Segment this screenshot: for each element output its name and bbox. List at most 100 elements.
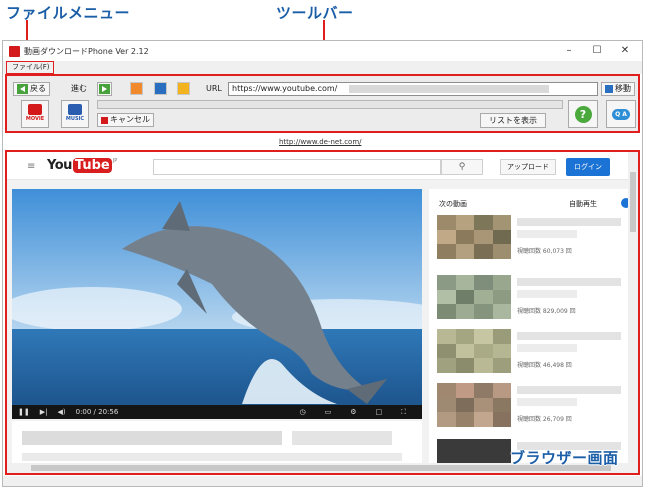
go-icon xyxy=(605,85,613,93)
url-value: https://www.youtube.com/ xyxy=(232,84,338,93)
video-views: 視聴回数 46,498 回 xyxy=(517,362,572,369)
cancel-icon xyxy=(101,116,108,124)
blue-tool-icon[interactable] xyxy=(154,82,167,95)
app-icon xyxy=(9,45,20,57)
menu-file[interactable]: ファイル(F) xyxy=(6,61,54,74)
show-list-button[interactable]: リストを表示 xyxy=(480,113,546,128)
youtube-header: ≡ You Tube JP ⚲ アップロード ログイン xyxy=(7,152,638,180)
blurred-title xyxy=(22,431,282,445)
logo-you: You xyxy=(47,158,72,173)
browser-view: ≡ You Tube JP ⚲ アップロード ログイン ❚❚ ▶| ◀) 0:0… xyxy=(5,150,640,475)
player-controls: ❚❚ ▶| ◀) 0:00 / 20:56 ◷ ▭ ⚙ □ ⛶ xyxy=(12,405,422,419)
video-thumbnail xyxy=(437,383,511,427)
video-thumbnail xyxy=(437,275,511,319)
callout-toolbar: ツールバー xyxy=(276,4,354,22)
video-views: 視聴回数 829,009 回 xyxy=(517,308,576,315)
recommended-video[interactable]: 視聴回数 46,498 回 xyxy=(437,329,631,375)
autoplay-label: 自動再生 xyxy=(569,200,597,208)
qa-icon: Q A xyxy=(612,108,630,120)
blurred-channel xyxy=(517,398,577,406)
close-button[interactable]: ✕ xyxy=(612,43,638,59)
blurred-video-title xyxy=(517,278,621,286)
movie-label: MOVIE xyxy=(25,116,45,122)
pause-icon[interactable]: ❚❚ xyxy=(18,408,30,416)
cancel-button[interactable]: キャンセル xyxy=(97,113,154,127)
back-arrow-icon xyxy=(17,84,28,94)
video-thumbnail xyxy=(437,215,511,259)
orange-tool-icon[interactable] xyxy=(130,82,143,95)
video-thumbnail xyxy=(437,329,511,373)
forward-label: 進む xyxy=(71,84,87,93)
blurred-meta xyxy=(292,431,392,445)
download-progress-bar xyxy=(97,100,563,109)
logo-region: JP xyxy=(112,158,118,164)
cancel-label: キャンセル xyxy=(110,115,150,124)
vertical-scrollbar[interactable] xyxy=(628,152,638,473)
recommended-video[interactable]: 視聴回数 60,073 回 xyxy=(437,215,631,261)
blurred-video-title xyxy=(517,218,621,226)
url-blurred-part xyxy=(349,85,549,93)
callout-browser: ブラウザー画面 xyxy=(510,449,619,467)
recommended-video[interactable]: 視聴回数 26,709 回 xyxy=(437,383,631,429)
watch-later-icon[interactable]: ◷ xyxy=(299,408,305,417)
music-icon xyxy=(68,104,82,115)
maximize-button[interactable]: ☐ xyxy=(584,43,610,59)
video-views: 視聴回数 60,073 回 xyxy=(517,248,572,255)
menu-bar: ファイル(F) xyxy=(3,61,642,74)
title-bar: 動画ダウンロードPhone Ver 2.12 – ☐ ✕ xyxy=(3,41,642,61)
show-list-label: リストを表示 xyxy=(489,115,537,125)
recommendations-panel: 次の動画 自動再生 視聴回数 60,073 回 視聴回数 829,009 回 視… xyxy=(429,189,634,473)
youtube-logo[interactable]: You Tube JP xyxy=(47,158,117,173)
window-title: 動画ダウンロードPhone Ver 2.12 xyxy=(24,46,149,56)
screenshot-root: ファイルメニュー ツールバー 動画ダウンロードPhone Ver 2.12 – … xyxy=(0,0,645,489)
next-icon[interactable]: ▶| xyxy=(40,408,48,416)
hamburger-icon[interactable]: ≡ xyxy=(27,161,35,172)
toolbar: 戻る 進む URL https://www.youtube.com/ 移動 MO… xyxy=(5,74,640,133)
status-bar xyxy=(3,476,642,486)
blurred-channel xyxy=(517,230,577,238)
blurred-channel xyxy=(517,344,577,352)
app-window: 動画ダウンロードPhone Ver 2.12 – ☐ ✕ ファイル(F) 戻る … xyxy=(2,40,643,487)
go-button[interactable]: 移動 xyxy=(601,82,635,96)
back-label: 戻る xyxy=(30,84,46,93)
site-link[interactable]: http://www.de-net.com/ xyxy=(279,138,362,146)
back-button[interactable]: 戻る xyxy=(13,82,50,96)
music-button[interactable]: MUSIC xyxy=(61,100,89,128)
callout-file-menu: ファイルメニュー xyxy=(6,4,131,22)
upload-button[interactable]: アップロード xyxy=(500,159,556,175)
blurred-video-title xyxy=(517,332,621,340)
theater-icon[interactable]: □ xyxy=(375,408,382,417)
movie-icon xyxy=(28,104,42,115)
logo-tube: Tube xyxy=(72,158,112,173)
volume-icon[interactable]: ◀) xyxy=(57,408,65,416)
settings-gear-icon[interactable]: ⚙ xyxy=(350,408,356,417)
youtube-search-input[interactable] xyxy=(153,159,441,175)
video-views: 視聴回数 26,709 回 xyxy=(517,416,572,423)
forward-button[interactable]: 進む xyxy=(67,82,91,96)
blurred-line xyxy=(22,453,402,461)
movie-button[interactable]: MOVIE xyxy=(21,100,49,128)
next-videos-heading: 次の動画 xyxy=(439,200,467,208)
url-input[interactable]: https://www.youtube.com/ xyxy=(228,82,598,96)
search-icon[interactable]: ⚲ xyxy=(441,159,483,175)
go-label: 移動 xyxy=(615,84,631,93)
help-icon: ? xyxy=(574,105,592,123)
fullscreen-icon[interactable]: ⛶ xyxy=(401,408,406,417)
help-button[interactable]: ? xyxy=(568,100,598,128)
blurred-video-title xyxy=(517,386,621,394)
minimize-button[interactable]: – xyxy=(556,43,582,59)
forward-arrow-icon xyxy=(99,84,110,94)
url-label: URL xyxy=(206,84,222,93)
forward-arrow-button[interactable] xyxy=(97,82,112,96)
vertical-scroll-thumb[interactable] xyxy=(630,172,636,232)
subtitles-icon[interactable]: ▭ xyxy=(325,408,332,417)
dolphin-video-frame xyxy=(12,189,422,419)
video-player[interactable]: ❚❚ ▶| ◀) 0:00 / 20:56 ◷ ▭ ⚙ □ ⛶ xyxy=(12,189,422,419)
music-label: MUSIC xyxy=(65,116,85,122)
time-display: 0:00 / 20:56 xyxy=(75,408,119,416)
blurred-channel xyxy=(517,290,577,298)
folder-icon[interactable] xyxy=(177,82,190,95)
login-button[interactable]: ログイン xyxy=(566,158,610,176)
recommended-video[interactable]: 視聴回数 829,009 回 xyxy=(437,275,631,321)
qa-button[interactable]: Q A xyxy=(606,100,636,128)
